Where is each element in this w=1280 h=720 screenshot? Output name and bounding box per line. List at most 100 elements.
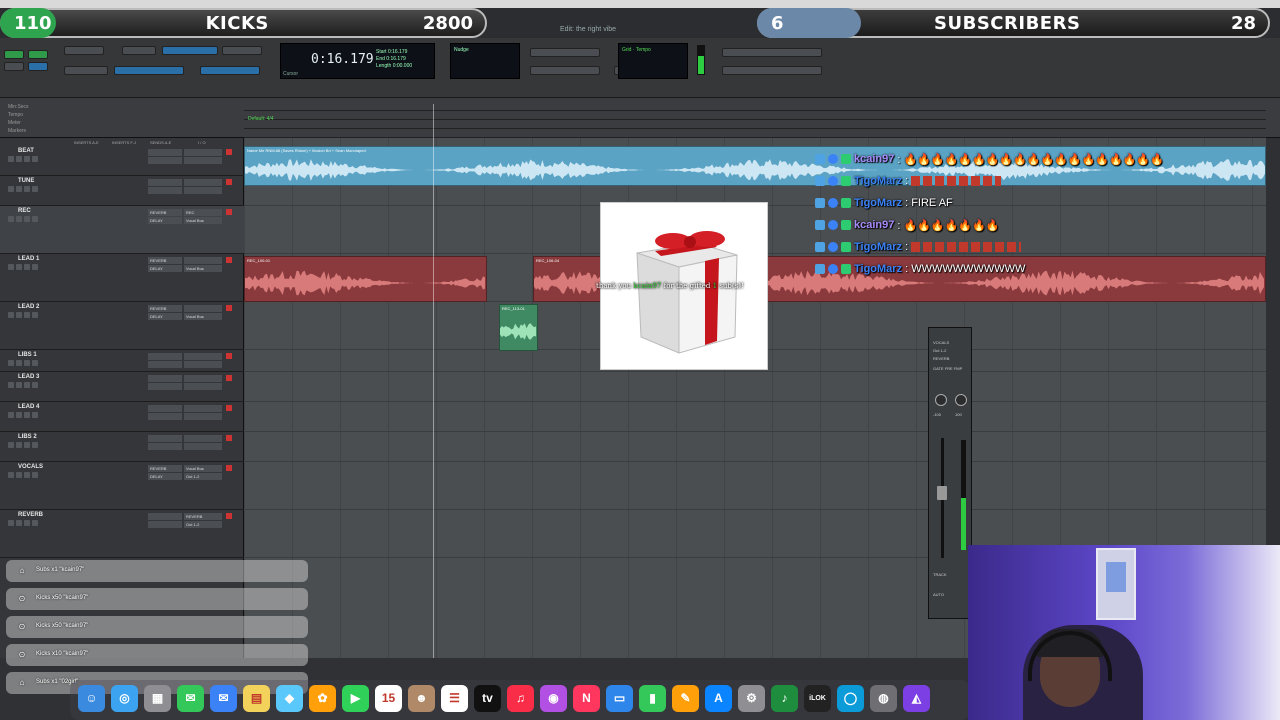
dock-music-icon[interactable]: ♫ xyxy=(507,684,534,712)
solo-button[interactable] xyxy=(24,382,30,388)
playhead-cursor[interactable] xyxy=(433,104,434,660)
track-name[interactable]: LIBS 1 xyxy=(18,352,37,358)
shuffle-mode-button[interactable] xyxy=(4,50,24,59)
sends-slot[interactable] xyxy=(148,179,182,195)
track-header[interactable]: REVERB REVERB Out 1-2 xyxy=(0,510,244,558)
solo-button[interactable] xyxy=(24,156,30,162)
input-monitor-button[interactable] xyxy=(16,186,22,192)
track-buttons[interactable] xyxy=(8,360,38,366)
chat-username[interactable]: TigoMarz xyxy=(854,241,902,253)
chat-username[interactable]: kcain97 xyxy=(854,153,894,165)
dock-contacts-icon[interactable]: ☻ xyxy=(408,684,435,712)
tab-to-transient-button[interactable] xyxy=(200,66,260,75)
sends-slot[interactable] xyxy=(148,513,182,529)
track-header[interactable]: LEAD 2 REVERB DELAY Vocal Bus xyxy=(0,302,244,350)
input-monitor-button[interactable] xyxy=(16,264,22,270)
mute-button[interactable] xyxy=(32,382,38,388)
dock-finder-icon[interactable]: ☺ xyxy=(78,684,105,712)
chat-username[interactable]: TigoMarz xyxy=(854,175,902,187)
dock-utility-icon[interactable]: ◍ xyxy=(870,684,897,712)
track-lane[interactable] xyxy=(244,432,1266,462)
record-enable-button[interactable] xyxy=(8,382,14,388)
record-indicator[interactable] xyxy=(226,375,232,381)
tempo-ruler[interactable] xyxy=(244,111,1266,120)
solo-button[interactable] xyxy=(24,186,30,192)
track-lane[interactable] xyxy=(244,462,1266,510)
record-indicator[interactable] xyxy=(226,209,232,215)
io-slot[interactable] xyxy=(184,435,222,451)
track-header[interactable]: LEAD 3 xyxy=(0,372,244,402)
track-name[interactable]: REVERB xyxy=(18,512,43,518)
track-buttons[interactable] xyxy=(8,156,38,162)
dock-messages-icon[interactable]: ✉ xyxy=(177,684,204,712)
smart-tool-button[interactable] xyxy=(162,46,218,55)
dock-notes-icon[interactable]: ▤ xyxy=(243,684,270,712)
dock-obs-icon[interactable]: ◯ xyxy=(837,684,864,712)
input-monitor-button[interactable] xyxy=(16,412,22,418)
dock-recorder-icon[interactable]: ◭ xyxy=(903,684,930,712)
track-buttons[interactable] xyxy=(8,520,38,526)
sends-slot[interactable]: REVERB DELAY xyxy=(148,209,182,225)
track-name[interactable]: BEAT xyxy=(18,148,34,154)
mute-button[interactable] xyxy=(32,312,38,318)
grid-settings[interactable] xyxy=(722,48,822,57)
sends-slot[interactable] xyxy=(148,353,182,369)
solo-button[interactable] xyxy=(24,412,30,418)
track-buttons[interactable] xyxy=(8,264,38,270)
mute-button[interactable] xyxy=(32,520,38,526)
dock-photos-icon[interactable]: ✿ xyxy=(309,684,336,712)
dock-pages-icon[interactable]: ✎ xyxy=(672,684,699,712)
dock-system-settings-icon[interactable]: ⚙ xyxy=(738,684,765,712)
sends-slot[interactable] xyxy=(148,149,182,165)
mute-button[interactable] xyxy=(32,412,38,418)
nudge-box[interactable]: Nudge xyxy=(450,43,520,79)
io-slot[interactable] xyxy=(184,405,222,421)
track-button[interactable]: TRACK xyxy=(933,572,947,577)
dock-maps-icon[interactable]: ◆ xyxy=(276,684,303,712)
record-enable-button[interactable] xyxy=(8,264,14,270)
io-slot[interactable] xyxy=(184,375,222,391)
input-monitor-button[interactable] xyxy=(16,442,22,448)
record-enable-button[interactable] xyxy=(8,412,14,418)
track-header[interactable]: LIBS 2 xyxy=(0,432,244,462)
dock-app-store-icon[interactable]: A xyxy=(705,684,732,712)
track-header[interactable]: REC REVERB DELAY REC Vocal Bus xyxy=(0,206,244,254)
input-monitor-button[interactable] xyxy=(16,216,22,222)
solo-button[interactable] xyxy=(24,442,30,448)
track-name[interactable]: LIBS 2 xyxy=(18,434,37,440)
track-buttons[interactable] xyxy=(8,442,38,448)
dock-facetime-icon[interactable]: ▶ xyxy=(342,684,369,712)
io-slot[interactable]: Vocal Bus Out 1-2 xyxy=(184,465,222,481)
zoom-button[interactable] xyxy=(64,46,104,55)
solo-button[interactable] xyxy=(24,472,30,478)
chat-username[interactable]: kcain97 xyxy=(854,219,894,231)
record-indicator[interactable] xyxy=(226,465,232,471)
input-monitor-button[interactable] xyxy=(16,472,22,478)
record-enable-button[interactable] xyxy=(8,442,14,448)
record-indicator[interactable] xyxy=(226,435,232,441)
sends-slot[interactable] xyxy=(148,405,182,421)
min-secs-ruler[interactable] xyxy=(244,102,1266,111)
mixer-output[interactable]: Out 1-2 xyxy=(933,348,946,353)
io-slot[interactable] xyxy=(184,149,222,165)
dock-keynote-icon[interactable]: ▭ xyxy=(606,684,633,712)
grid-box[interactable]: Grid · Tempo xyxy=(618,43,688,79)
spot-mode-button[interactable] xyxy=(28,50,48,59)
track-header[interactable]: LEAD 4 xyxy=(0,402,244,432)
track-name[interactable]: LEAD 2 xyxy=(18,304,39,310)
grid-mode-button[interactable] xyxy=(28,62,48,71)
solo-button[interactable] xyxy=(24,264,30,270)
solo-button[interactable] xyxy=(24,360,30,366)
track-lane[interactable] xyxy=(244,402,1266,432)
main-counter[interactable]: 0:16.179 Cursor Start 0:16.179 End 0:16.… xyxy=(280,43,435,79)
dock-mail-icon[interactable]: ✉ xyxy=(210,684,237,712)
record-enable-button[interactable] xyxy=(8,156,14,162)
track-name[interactable]: VOCALS xyxy=(18,464,43,470)
rec-clip-3[interactable]: REC_113-01 xyxy=(499,304,538,351)
dock-reminders-icon[interactable]: ☰ xyxy=(441,684,468,712)
mixer-send[interactable]: REVERB xyxy=(933,356,949,361)
mute-button[interactable] xyxy=(32,186,38,192)
link-buttons[interactable] xyxy=(114,66,184,75)
record-indicator[interactable] xyxy=(226,405,232,411)
chat-username[interactable]: TigoMarz xyxy=(854,197,902,209)
